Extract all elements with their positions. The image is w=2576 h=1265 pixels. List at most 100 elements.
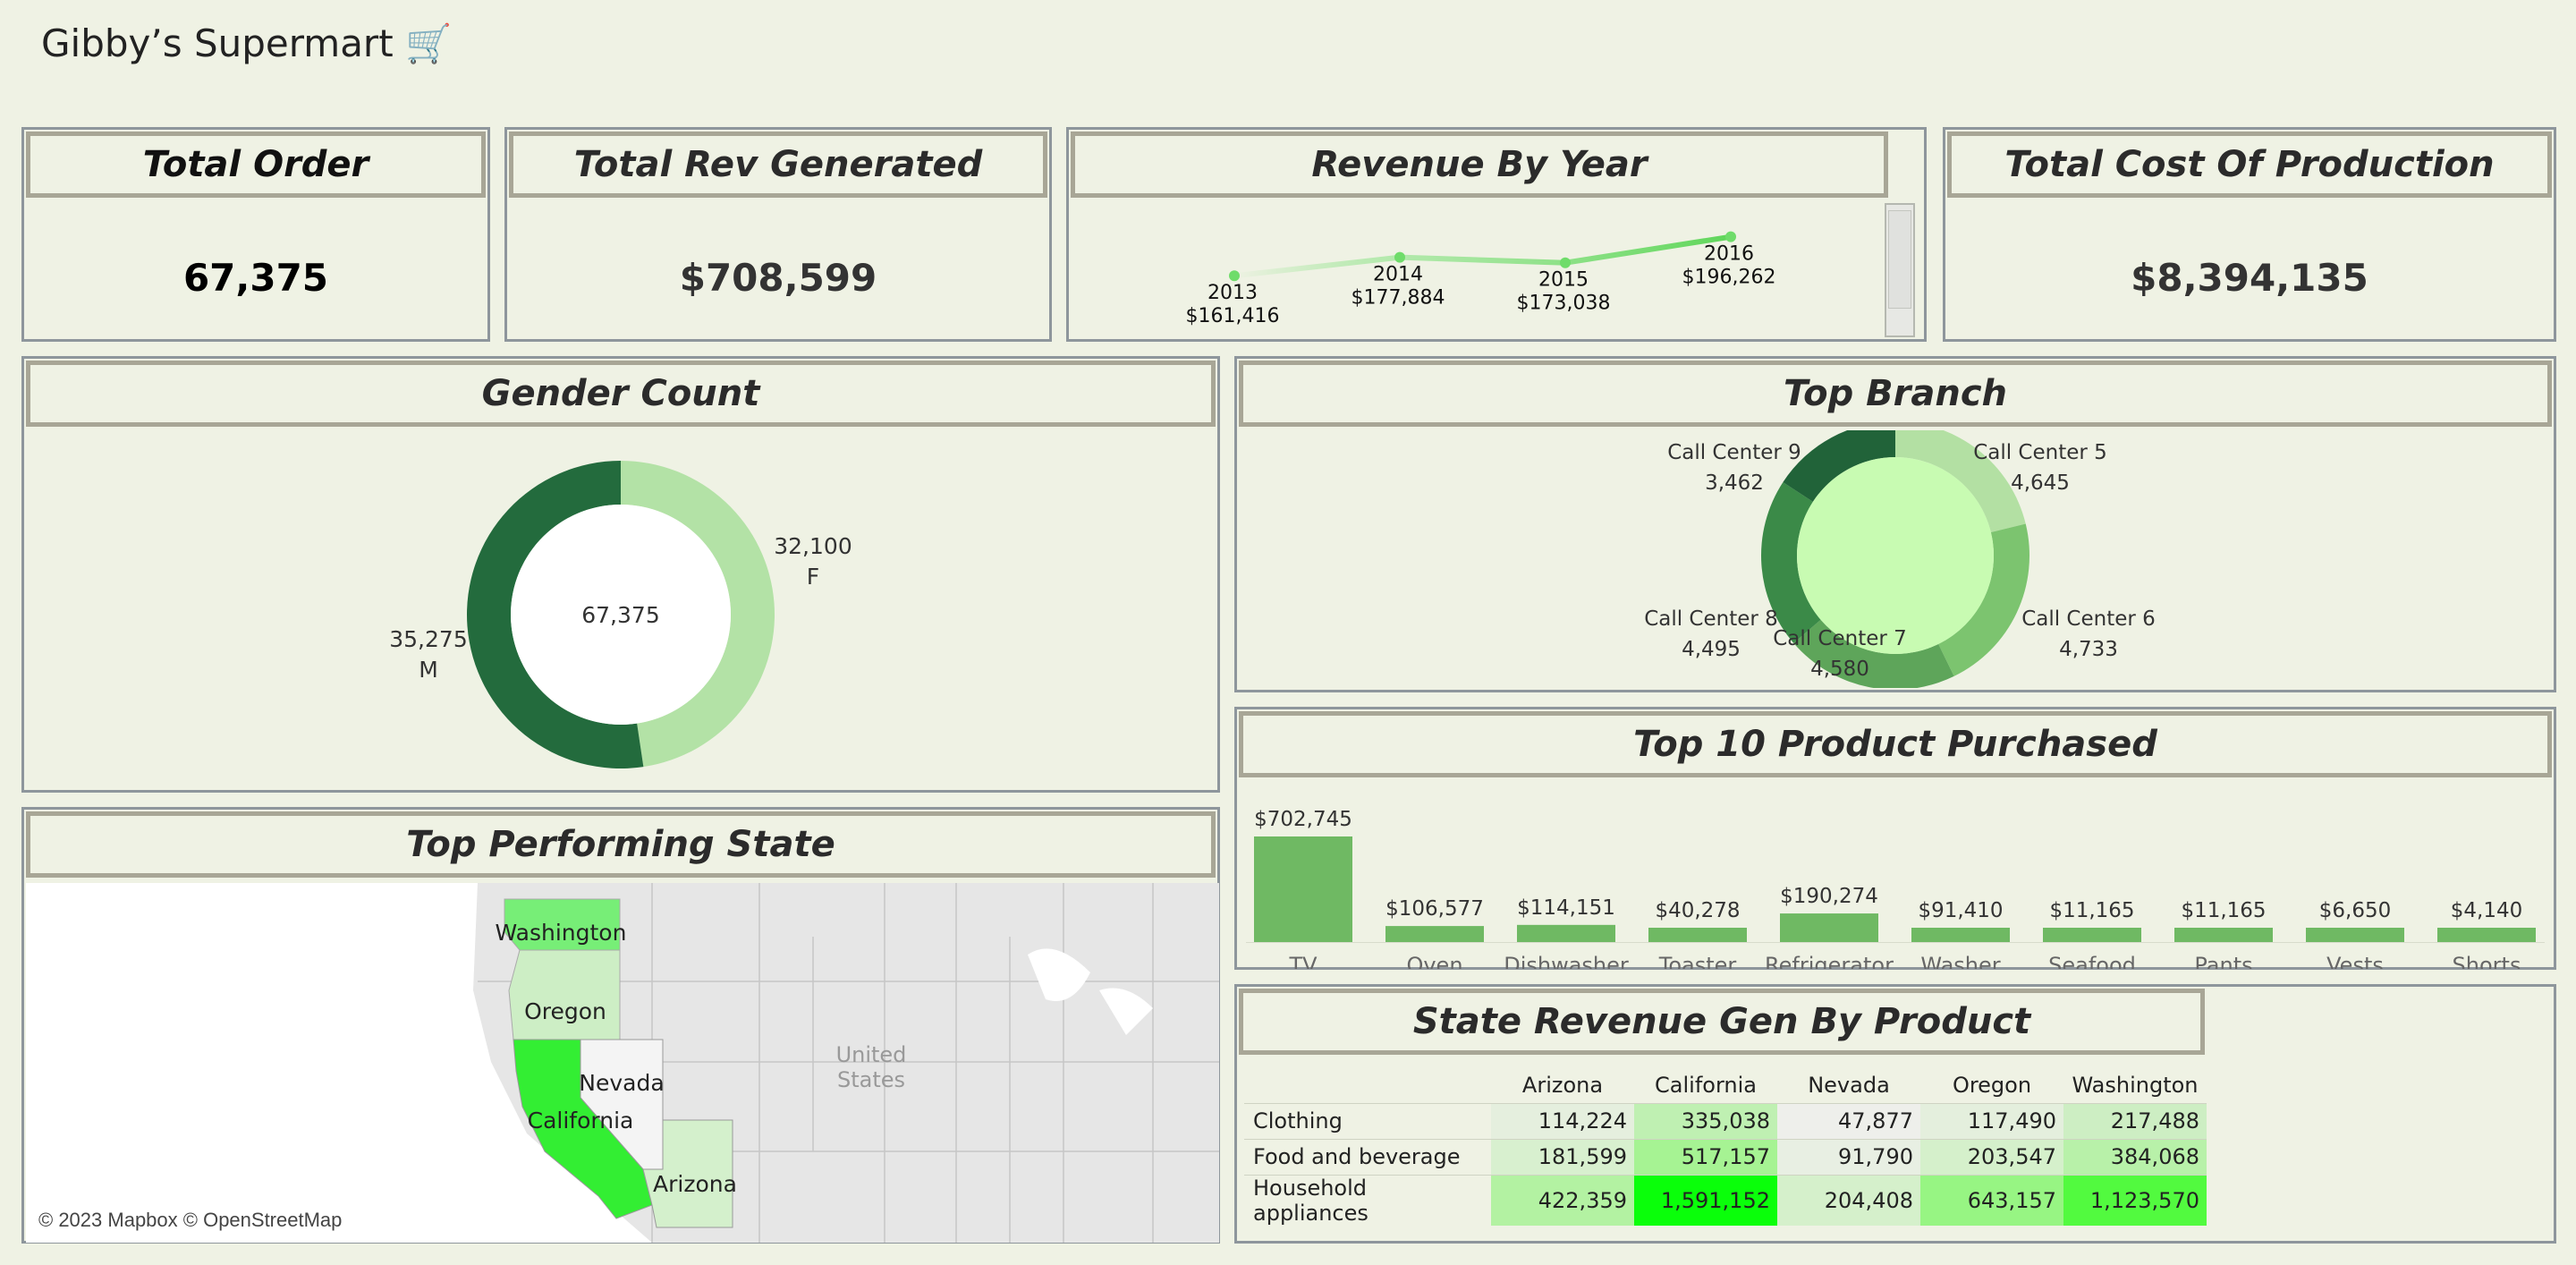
- product-category-label: Seafood: [2048, 953, 2136, 969]
- revenue-value-label: $196,262: [1682, 267, 1776, 289]
- product-value-label: $11,165: [2181, 899, 2266, 922]
- total-rev-card: Total Rev Generated $708,599: [504, 127, 1052, 342]
- product-category-label: Pants: [2194, 953, 2252, 969]
- table-cell: 91,790: [1777, 1138, 1920, 1175]
- table-column-header: Nevada: [1808, 1072, 1890, 1098]
- map-country-label: States: [837, 1067, 905, 1092]
- branch-value-label: 3,462: [1705, 471, 1764, 495]
- branch-value-label: 4,733: [2059, 638, 2118, 661]
- table-cell: 517,157: [1634, 1138, 1777, 1175]
- top-products-card: Top 10 Product Purchased $702,745 TV $106,…: [1234, 707, 2556, 970]
- table-row-label: Food and beverage: [1244, 1138, 1491, 1175]
- state-revenue-table: Arizona California Nevada Oregon Washington …: [1244, 1067, 2207, 1226]
- table-row: Food and beverage 181,599 517,157 91,790 203…: [1244, 1138, 2207, 1175]
- table-cell: 643,157: [1920, 1174, 2063, 1226]
- gender-m-label: M: [419, 657, 438, 683]
- gender-total-label: 67,375: [581, 602, 659, 628]
- top-products-title: Top 10 Product Purchased: [1239, 711, 2552, 777]
- table-column-header: California: [1655, 1072, 1757, 1098]
- product-value-label: $6,650: [2319, 899, 2391, 922]
- product-category-label: Refrigerator: [1765, 953, 1894, 969]
- gender-m-value: 35,275: [389, 626, 467, 652]
- product-category-label: Toaster: [1658, 953, 1737, 969]
- total-rev-value: $708,599: [679, 255, 877, 300]
- product-value-label: $91,410: [1918, 899, 2003, 922]
- table-row-label: Clothing: [1244, 1102, 1491, 1139]
- table-cell: 1,591,152: [1634, 1174, 1777, 1226]
- revenue-point: [1394, 251, 1405, 263]
- state-oregon[interactable]: [508, 949, 621, 1040]
- table-row-label: Household appliances: [1244, 1174, 1491, 1226]
- product-value-label: $114,151: [1517, 896, 1615, 920]
- product-value-label: $40,278: [1655, 899, 1740, 922]
- revenue-point: [1229, 270, 1240, 282]
- gender-count-card: Gender Count 67,375 35,275 M 32,100 F: [21, 356, 1220, 793]
- revenue-by-year-title: Revenue By Year: [1071, 132, 1888, 198]
- total-cost-title: Total Cost Of Production: [1947, 132, 2552, 198]
- table-column-header: Washington: [2072, 1072, 2199, 1098]
- revenue-year-label: 2013: [1208, 282, 1258, 304]
- revenue-year-label: 2016: [1704, 243, 1754, 266]
- branch-value-label: 4,645: [2011, 471, 2070, 495]
- table-cell: 217,488: [2063, 1102, 2207, 1139]
- map-state-label: Oregon: [524, 998, 606, 1024]
- table-row: Clothing 114,224 335,038 47,877 117,490 217,4…: [1244, 1102, 2207, 1139]
- table-cell: 422,359: [1491, 1174, 1634, 1226]
- product-bar: [1911, 928, 2010, 942]
- total-rev-title: Total Rev Generated: [509, 132, 1047, 198]
- table-cell: 47,877: [1777, 1102, 1920, 1139]
- product-value-label: $4,140: [2451, 899, 2522, 922]
- map-state-label: Washington: [496, 920, 627, 946]
- revenue-line-chart: 2013$161,416 2014$177,884 2015$173,038 2016…: [1186, 231, 1776, 327]
- top-state-title: Top Performing State: [26, 811, 1216, 878]
- revenue-point: [1725, 231, 1736, 242]
- revenue-value-label: $173,038: [1517, 293, 1611, 315]
- table-column-header: Arizona: [1521, 1072, 1604, 1098]
- revenue-line: [1233, 233, 1732, 279]
- product-bar: [1385, 926, 1484, 942]
- gender-f-value: 32,100: [774, 533, 852, 559]
- state-revenue-card: State Revenue Gen By Product Arizona Cali…: [1234, 984, 2556, 1244]
- total-order-value: 67,375: [182, 255, 329, 300]
- table-cell: 1,123,570: [2063, 1174, 2207, 1226]
- table-row: Household appliances 422,359 1,591,152 204,…: [1244, 1174, 2207, 1226]
- product-value-label: $702,745: [1254, 808, 1352, 831]
- top-branch-card: Top Branch Call Center 5 4,645 Call Center…: [1234, 356, 2556, 692]
- product-category-label: Dishwasher: [1504, 953, 1629, 969]
- revenue-scrollbar[interactable]: [1885, 203, 1915, 337]
- product-bar: [1648, 928, 1747, 942]
- total-order-card: Total Order 67,375: [21, 127, 490, 342]
- total-cost-value: $8,394,135: [2131, 255, 2368, 300]
- product-value-label: $190,274: [1780, 885, 1878, 908]
- scrollbar-thumb[interactable]: [1888, 210, 1911, 309]
- state-map[interactable]: Washington Oregon California Nevada Arizona U…: [26, 883, 1219, 1243]
- table-cell: 384,068: [2063, 1138, 2207, 1175]
- state-revenue-title: State Revenue Gen By Product: [1239, 989, 2205, 1055]
- branch-value-label: 4,580: [1810, 658, 1869, 681]
- top-state-card: Top Performing State Washington Oregon Cal…: [21, 807, 1220, 1244]
- revenue-year-label: 2015: [1538, 269, 1589, 292]
- branch-value-label: 4,495: [1682, 638, 1741, 661]
- branch-name-label: Call Center 6: [2021, 607, 2156, 631]
- total-order-title: Total Order: [26, 132, 486, 198]
- branch-name-label: Call Center 8: [1644, 607, 1778, 631]
- map-state-label: Nevada: [579, 1070, 664, 1096]
- branch-donut-hole: [1797, 457, 1994, 654]
- table-cell: 114,224: [1491, 1102, 1634, 1139]
- table-corner: [1244, 1067, 1491, 1103]
- product-bar: [2306, 928, 2404, 942]
- map-state-label: Arizona: [653, 1171, 737, 1197]
- revenue-by-year-card: Revenue By Year 2013 $161,416 2014 $177,884…: [1066, 127, 1927, 342]
- product-bar: [1254, 836, 1352, 942]
- gender-count-title: Gender Count: [26, 361, 1216, 427]
- product-bar: [2174, 928, 2273, 942]
- table-cell: 117,490: [1920, 1102, 2063, 1139]
- table-cell: 181,599: [1491, 1138, 1634, 1175]
- branch-name-label: Call Center 7: [1773, 627, 1907, 650]
- product-bar: [1780, 913, 1878, 942]
- map-attribution: © 2023 Mapbox © OpenStreetMap: [38, 1209, 343, 1231]
- products-bar-chart: $702,745 TV $106,577 Oven $114,151 Dishwasher…: [1246, 808, 2545, 969]
- map-country-label: United: [836, 1042, 907, 1067]
- revenue-point: [1560, 257, 1571, 268]
- product-value-label: $106,577: [1385, 897, 1484, 921]
